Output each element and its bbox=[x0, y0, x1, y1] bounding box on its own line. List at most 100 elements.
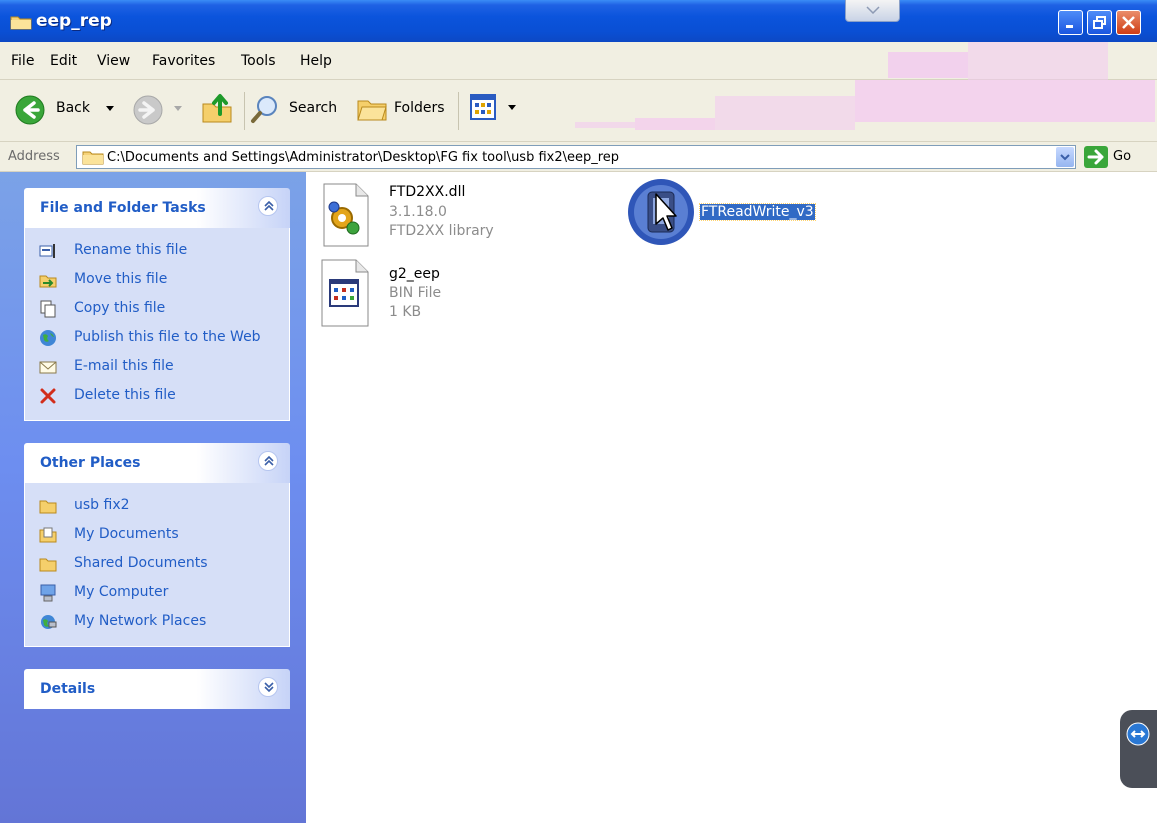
search-icon bbox=[251, 96, 277, 123]
menu-favorites[interactable]: Favorites bbox=[152, 53, 215, 69]
chevron-down-icon bbox=[1060, 154, 1070, 161]
panel-title: Details bbox=[40, 681, 96, 697]
task-label: Rename this file bbox=[74, 242, 188, 258]
task-label: E-mail this file bbox=[74, 358, 174, 374]
globe-icon bbox=[40, 330, 56, 346]
back-arrow-icon bbox=[15, 95, 45, 125]
details-panel: Details bbox=[24, 669, 290, 709]
chevron-up-icon bbox=[264, 200, 274, 211]
collapse-button[interactable] bbox=[258, 451, 278, 471]
dropdown-arrow-icon[interactable] bbox=[174, 106, 182, 112]
window-title: eep_rep bbox=[36, 11, 112, 31]
place-my-computer[interactable]: My Computer bbox=[25, 578, 289, 607]
folder-icon bbox=[39, 500, 57, 514]
views-button[interactable] bbox=[470, 94, 520, 124]
search-label: Search bbox=[289, 100, 338, 116]
menu-bar: File Edit View Favorites Tools Help bbox=[0, 42, 1157, 113]
computer-icon bbox=[40, 584, 56, 602]
menu-view[interactable]: View bbox=[97, 53, 130, 69]
documents-folder-icon bbox=[39, 527, 57, 543]
place-shared-documents[interactable]: Shared Documents bbox=[25, 549, 289, 578]
forward-button[interactable] bbox=[132, 92, 184, 126]
folders-button[interactable]: Folders bbox=[356, 92, 448, 126]
task-delete-file[interactable]: Delete this file bbox=[25, 381, 289, 410]
screen-artifact bbox=[968, 42, 1108, 80]
toolbar: Back Search Folders bbox=[0, 80, 1157, 142]
screen-artifact bbox=[575, 122, 635, 128]
expand-button[interactable] bbox=[258, 677, 278, 697]
other-places-panel: Other Places usb fix2 My Documents Share… bbox=[24, 443, 290, 647]
place-label: My Computer bbox=[74, 584, 169, 600]
minimize-icon bbox=[1066, 25, 1073, 28]
task-move-file[interactable]: Move this file bbox=[25, 265, 289, 294]
panel-body: Rename this file Move this file Copy thi… bbox=[24, 228, 290, 421]
place-label: Shared Documents bbox=[74, 555, 208, 571]
address-dropdown-button[interactable] bbox=[1056, 147, 1074, 167]
restore-icon bbox=[1093, 16, 1106, 29]
remote-control-icon bbox=[1126, 722, 1150, 746]
menu-edit[interactable]: Edit bbox=[50, 53, 77, 69]
panel-header[interactable]: File and Folder Tasks bbox=[24, 188, 290, 228]
file-version: 3.1.18.0 bbox=[389, 204, 447, 220]
file-type: BIN File bbox=[389, 285, 442, 301]
address-bar: Address C:\Documents and Settings\Admini… bbox=[0, 142, 1157, 172]
menu-tools[interactable]: Tools bbox=[241, 53, 276, 69]
chevron-up-icon bbox=[264, 455, 274, 466]
up-folder-icon[interactable] bbox=[200, 92, 234, 124]
panel-header[interactable]: Details bbox=[24, 669, 290, 709]
menu-file[interactable]: File bbox=[11, 53, 34, 69]
views-icon bbox=[470, 94, 496, 120]
panel-title: Other Places bbox=[40, 455, 141, 471]
place-my-network-places[interactable]: My Network Places bbox=[25, 607, 289, 636]
task-label: Delete this file bbox=[74, 387, 176, 403]
toolbar-separator bbox=[244, 92, 245, 130]
task-label: Copy this file bbox=[74, 300, 166, 316]
folders-icon bbox=[357, 100, 387, 121]
dll-gear-icon bbox=[323, 183, 369, 247]
file-folder-tasks-panel: File and Folder Tasks Rename this file M… bbox=[24, 188, 290, 421]
folder-icon bbox=[82, 151, 104, 165]
task-publish-web[interactable]: Publish this file to the Web bbox=[25, 323, 289, 352]
search-button[interactable]: Search bbox=[250, 92, 345, 126]
folder-icon bbox=[39, 558, 57, 572]
address-field[interactable]: C:\Documents and Settings\Administrator\… bbox=[76, 145, 1076, 169]
panel-body: usb fix2 My Documents Shared Documents M… bbox=[24, 483, 290, 647]
collapse-button[interactable] bbox=[258, 196, 278, 216]
dropdown-arrow-icon[interactable] bbox=[508, 105, 516, 111]
place-my-documents[interactable]: My Documents bbox=[25, 520, 289, 549]
task-rename-file[interactable]: Rename this file bbox=[25, 236, 289, 265]
close-button[interactable] bbox=[1116, 10, 1141, 35]
go-label[interactable]: Go bbox=[1113, 149, 1131, 164]
panel-title: File and Folder Tasks bbox=[40, 200, 206, 216]
network-icon bbox=[41, 615, 57, 629]
envelope-icon bbox=[39, 361, 57, 374]
task-email-file[interactable]: E-mail this file bbox=[25, 352, 289, 381]
place-label: My Documents bbox=[74, 526, 179, 542]
go-arrow-icon[interactable] bbox=[1084, 146, 1108, 168]
dropdown-arrow-icon[interactable] bbox=[106, 106, 114, 112]
toolbar-separator bbox=[458, 92, 459, 130]
place-usb-fix2[interactable]: usb fix2 bbox=[25, 491, 289, 520]
task-label: Publish this file to the Web bbox=[74, 329, 261, 345]
screen-artifact bbox=[715, 96, 855, 130]
file-name-selected[interactable]: FTReadWrite_v3 bbox=[699, 203, 816, 221]
remote-session-widget[interactable] bbox=[1120, 710, 1157, 788]
title-bar[interactable]: eep_rep bbox=[0, 0, 1157, 42]
menu-help[interactable]: Help bbox=[300, 53, 332, 69]
task-pane: File and Folder Tasks Rename this file M… bbox=[0, 172, 306, 823]
minimize-button[interactable] bbox=[1058, 10, 1083, 35]
forward-arrow-icon bbox=[133, 95, 163, 125]
folder-icon bbox=[10, 16, 32, 30]
maximize-button[interactable] bbox=[1087, 10, 1112, 35]
place-label: usb fix2 bbox=[74, 497, 130, 513]
back-label: Back bbox=[56, 100, 90, 116]
task-label: Move this file bbox=[74, 271, 168, 287]
application-icon bbox=[628, 179, 694, 245]
place-label: My Network Places bbox=[74, 613, 207, 629]
back-button[interactable]: Back bbox=[14, 92, 124, 126]
task-copy-file[interactable]: Copy this file bbox=[25, 294, 289, 323]
chevron-down-icon bbox=[264, 682, 274, 693]
delete-x-icon bbox=[40, 388, 56, 404]
tab-handle[interactable] bbox=[845, 0, 900, 22]
panel-header[interactable]: Other Places bbox=[24, 443, 290, 483]
